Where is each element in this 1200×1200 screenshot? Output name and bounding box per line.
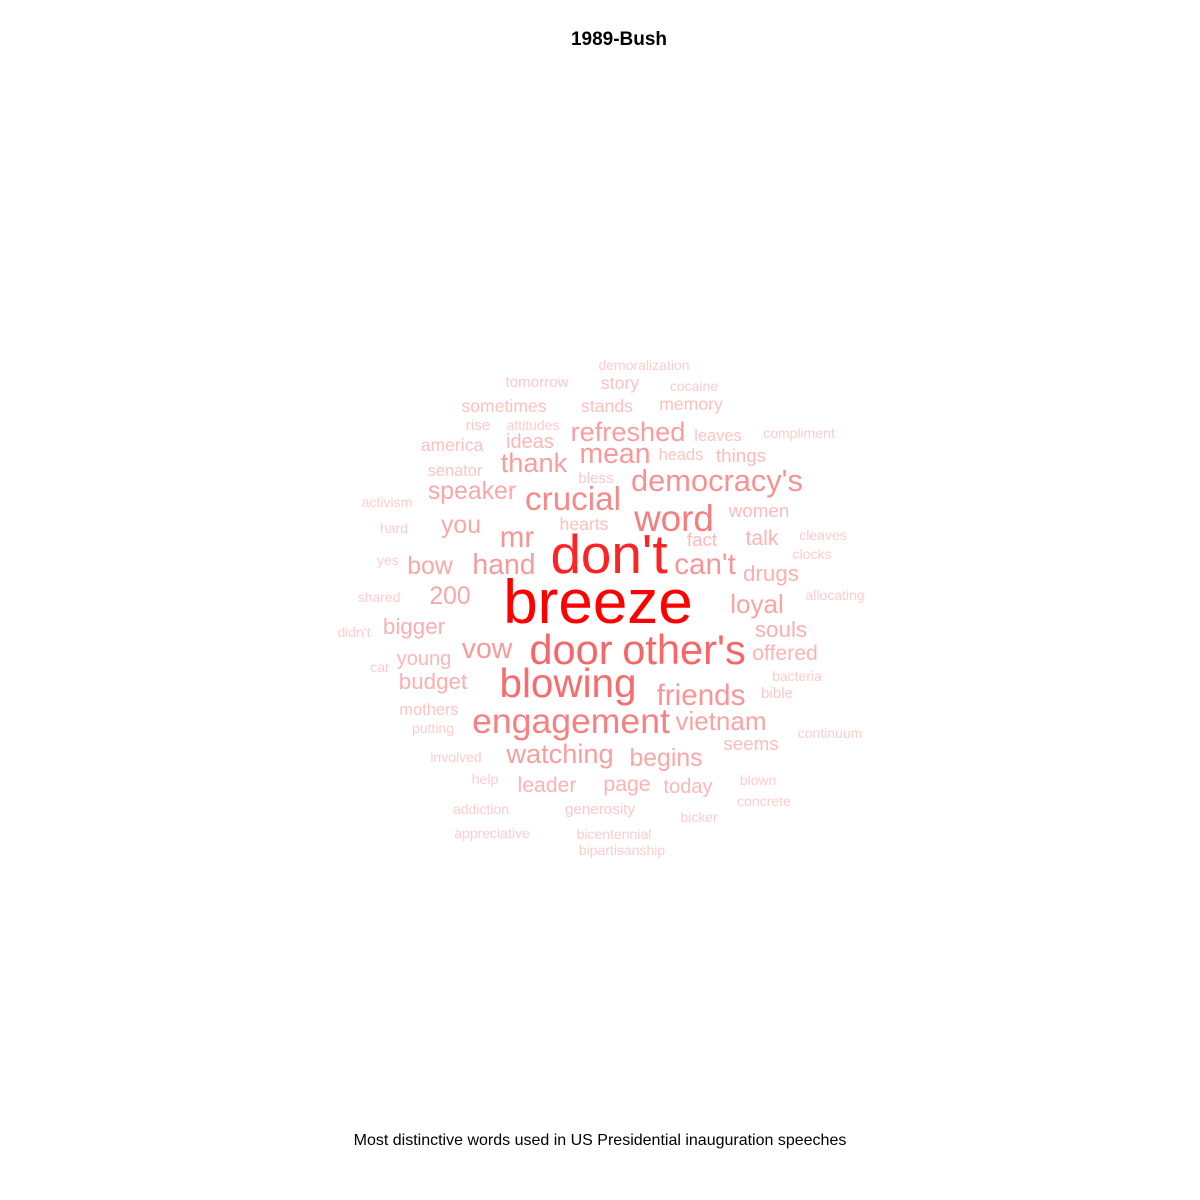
- word-bless: bless: [578, 470, 614, 487]
- word-activism: activism: [362, 494, 413, 510]
- word-vietnam: vietnam: [675, 706, 766, 736]
- word-loyal: loyal: [730, 589, 783, 619]
- word-vow: vow: [462, 633, 513, 665]
- word-hard: hard: [380, 520, 408, 536]
- word-cloud: breezedon'tdoor other'sblowingwordengagem…: [337, 357, 864, 858]
- word-watching: watching: [505, 738, 613, 769]
- word-begins: begins: [629, 745, 702, 772]
- word-story: story: [601, 373, 639, 393]
- word-today: today: [664, 776, 713, 798]
- word-bible: bible: [761, 685, 793, 702]
- word-cocaine: cocaine: [670, 378, 718, 394]
- word-can-t: can't: [674, 548, 736, 581]
- word-fact: fact: [687, 529, 718, 550]
- word-bicker: bicker: [680, 809, 718, 825]
- word-allocating: allocating: [805, 587, 864, 603]
- word-200: 200: [429, 583, 470, 610]
- word-seems: seems: [723, 733, 778, 754]
- word-generosity: generosity: [565, 801, 635, 818]
- word-help: help: [472, 771, 499, 787]
- word-yes: yes: [377, 552, 399, 568]
- word-hand: hand: [472, 549, 535, 581]
- word-concrete: concrete: [737, 793, 791, 809]
- word-leaves: leaves: [694, 427, 741, 445]
- word-car: car: [370, 659, 390, 675]
- word-shared: shared: [358, 589, 401, 605]
- word-ideas: ideas: [506, 431, 554, 453]
- word-rise: rise: [466, 417, 490, 434]
- word-other-s: other's: [622, 626, 746, 673]
- word-engagement: engagement: [472, 701, 670, 741]
- word-young: young: [397, 648, 452, 670]
- word-you: you: [441, 512, 481, 539]
- word-appreciative: appreciative: [454, 825, 530, 841]
- word-bicentennial: bicentennial: [577, 826, 652, 842]
- word-memory: memory: [659, 394, 723, 414]
- word-offered: offered: [752, 642, 818, 665]
- word-leader: leader: [518, 774, 577, 797]
- word-heads: heads: [659, 446, 704, 464]
- word-bigger: bigger: [383, 614, 446, 639]
- word-putting: putting: [412, 720, 454, 736]
- word-mothers: mothers: [399, 701, 458, 719]
- word-bow: bow: [407, 553, 453, 580]
- word-continuum: continuum: [798, 725, 863, 741]
- word-attitudes: attitudes: [507, 417, 560, 433]
- word-blown: blown: [740, 772, 777, 788]
- word-compliment: compliment: [763, 425, 835, 441]
- word-refreshed: refreshed: [571, 416, 686, 447]
- word-drugs: drugs: [743, 561, 799, 586]
- word-hearts: hearts: [560, 514, 609, 534]
- word-page: page: [603, 773, 650, 796]
- chart-caption: Most distinctive words used in US Presid…: [353, 1132, 847, 1149]
- word-clocks: clocks: [793, 546, 832, 562]
- word-america: america: [421, 435, 484, 455]
- word-bipartisanship: bipartisanship: [579, 842, 666, 858]
- word-women: women: [728, 500, 790, 521]
- word-senator: senator: [428, 462, 483, 480]
- word-demoralization: demoralization: [598, 357, 689, 373]
- word-things: things: [716, 445, 766, 466]
- word-didn-t: didn't: [337, 624, 370, 640]
- word-democracy-s: democracy's: [631, 463, 803, 498]
- word-souls: souls: [755, 617, 807, 642]
- word-tomorrow: tomorrow: [505, 374, 568, 391]
- word-stands: stands: [581, 396, 633, 416]
- word-talk: talk: [746, 527, 779, 550]
- word-budget: budget: [399, 669, 468, 694]
- word-blowing: blowing: [500, 660, 637, 706]
- word-bacteria: bacteria: [772, 668, 822, 684]
- word-involved: involved: [430, 749, 481, 765]
- word-speaker: speaker: [428, 478, 516, 505]
- word-addiction: addiction: [453, 801, 509, 817]
- word-cleaves: cleaves: [799, 527, 846, 543]
- word-sometimes: sometimes: [461, 396, 546, 416]
